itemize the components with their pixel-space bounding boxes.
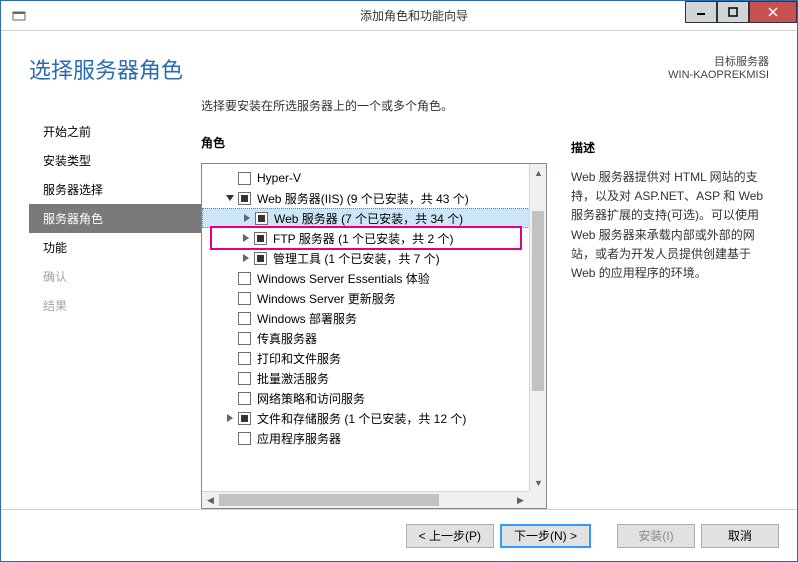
tree-item-label: 管理工具 (1 个已安装，共 7 个) xyxy=(273,250,538,267)
checkbox[interactable] xyxy=(254,232,267,245)
scroll-right-button[interactable]: ▶ xyxy=(512,492,529,509)
checkbox[interactable] xyxy=(238,432,251,445)
tree-item-label: 传真服务器 xyxy=(257,330,538,347)
nav-server-roles[interactable]: 服务器角色 xyxy=(29,204,201,233)
tree-row[interactable]: 打印和文件服务 xyxy=(202,348,546,368)
button-bar: < 上一步(P) 下一步(N) > 安装(I) 取消 xyxy=(1,509,797,561)
vertical-scrollbar[interactable]: ▲ ▼ xyxy=(529,164,546,491)
tree-item-label: Windows Server Essentials 体验 xyxy=(257,270,538,287)
tree-row[interactable]: 管理工具 (1 个已安装，共 7 个) xyxy=(202,248,546,268)
target-server-box: 目标服务器 WIN-KAOPREKMISI xyxy=(668,53,769,81)
nav-install-type[interactable]: 安装类型 xyxy=(29,146,201,175)
window-title: 添加角色和功能向导 xyxy=(31,7,797,24)
tree-row[interactable]: 网络策略和访问服务 xyxy=(202,388,546,408)
center-column: 选择要安装在所选服务器上的一个或多个角色。 角色 Hyper-V Web 服务器(… xyxy=(201,97,571,509)
nav-features[interactable]: 功能 xyxy=(29,233,201,262)
tree-item-label: Windows 部署服务 xyxy=(257,310,538,327)
tree-item-label: 打印和文件服务 xyxy=(257,350,538,367)
checkbox[interactable] xyxy=(238,392,251,405)
cancel-button[interactable]: 取消 xyxy=(701,524,779,548)
app-icon xyxy=(7,4,31,28)
expand-icon[interactable] xyxy=(241,212,253,224)
wizard-window: 添加角色和功能向导 选择服务器角色 目标服务器 WIN-KAOPREKMISI xyxy=(0,0,798,562)
tree-row[interactable]: 传真服务器 xyxy=(202,328,546,348)
checkbox[interactable] xyxy=(255,212,268,225)
tree-row[interactable]: Windows Server 更新服务 xyxy=(202,288,546,308)
horizontal-scrollbar[interactable]: ◀ ▶ xyxy=(202,491,529,508)
tree-row[interactable]: Web 服务器 (7 个已安装，共 34 个) xyxy=(202,208,546,228)
tree-item-label: 文件和存储服务 (1 个已安装，共 12 个) xyxy=(257,410,538,427)
roles-heading: 角色 xyxy=(201,134,547,151)
window-controls xyxy=(685,1,797,23)
scroll-up-button[interactable]: ▲ xyxy=(530,164,547,181)
description-column: 描述 Web 服务器提供对 HTML 网站的支持，以及对 ASP.NET、ASP… xyxy=(571,97,769,509)
columns: 开始之前 安装类型 服务器选择 服务器角色 功能 确认 结果 选择要安装在所选服… xyxy=(1,97,797,509)
tree-item-label: 批量激活服务 xyxy=(257,370,538,387)
sidebar-nav: 开始之前 安装类型 服务器选择 服务器角色 功能 确认 结果 xyxy=(29,97,201,509)
tree-row[interactable]: Windows Server Essentials 体验 xyxy=(202,268,546,288)
checkbox[interactable] xyxy=(238,272,251,285)
checkbox[interactable] xyxy=(238,292,251,305)
titlebar: 添加角色和功能向导 xyxy=(1,1,797,31)
checkbox[interactable] xyxy=(238,172,251,185)
checkbox[interactable] xyxy=(254,252,267,265)
tree-item-label: Web 服务器 (7 个已安装，共 34 个) xyxy=(274,210,537,227)
tree-row[interactable]: 文件和存储服务 (1 个已安装，共 12 个) xyxy=(202,408,546,428)
tree-item-label: 网络策略和访问服务 xyxy=(257,390,538,407)
description-heading: 描述 xyxy=(571,139,769,156)
tree-item-label: 应用程序服务器 xyxy=(257,430,538,447)
tree-row[interactable]: Hyper-V xyxy=(202,168,546,188)
header-row: 选择服务器角色 目标服务器 WIN-KAOPREKMISI xyxy=(1,31,797,97)
minimize-button[interactable] xyxy=(685,1,717,23)
tree-item-label: Hyper-V xyxy=(257,171,538,185)
tree-item-label: Web 服务器(IIS) (9 个已安装，共 43 个) xyxy=(257,190,538,207)
install-button: 安装(I) xyxy=(617,524,695,548)
maximize-button[interactable] xyxy=(717,1,749,23)
checkbox[interactable] xyxy=(238,332,251,345)
close-button[interactable] xyxy=(749,1,797,23)
description-text: Web 服务器提供对 HTML 网站的支持，以及对 ASP.NET、ASP 和 … xyxy=(571,168,769,283)
scrollbar-corner xyxy=(529,491,546,508)
nav-results: 结果 xyxy=(29,291,201,320)
content-area: 选择服务器角色 目标服务器 WIN-KAOPREKMISI 开始之前 安装类型 … xyxy=(1,31,797,509)
next-button[interactable]: 下一步(N) > xyxy=(500,524,591,548)
checkbox[interactable] xyxy=(238,352,251,365)
nav-server-selection[interactable]: 服务器选择 xyxy=(29,175,201,204)
nav-confirmation: 确认 xyxy=(29,262,201,291)
checkbox[interactable] xyxy=(238,372,251,385)
scroll-left-button[interactable]: ◀ xyxy=(202,492,219,509)
checkbox[interactable] xyxy=(238,192,251,205)
page-title: 选择服务器角色 xyxy=(29,53,183,85)
roles-tree[interactable]: Hyper-V Web 服务器(IIS) (9 个已安装，共 43 个) Web 服… xyxy=(201,163,547,509)
collapse-icon[interactable] xyxy=(224,192,236,204)
expand-icon[interactable] xyxy=(240,232,252,244)
previous-button[interactable]: < 上一步(P) xyxy=(406,524,494,548)
tree-item-label: Windows Server 更新服务 xyxy=(257,290,538,307)
tree-row[interactable]: 应用程序服务器 xyxy=(202,428,546,448)
instruction-text: 选择要安装在所选服务器上的一个或多个角色。 xyxy=(201,97,547,134)
tree-row[interactable]: 批量激活服务 xyxy=(202,368,546,388)
tree-row[interactable]: Windows 部署服务 xyxy=(202,308,546,328)
checkbox[interactable] xyxy=(238,412,251,425)
scroll-thumb-v[interactable] xyxy=(532,211,544,391)
scroll-thumb-h[interactable] xyxy=(219,494,439,506)
target-label: 目标服务器 xyxy=(668,53,769,69)
expand-icon[interactable] xyxy=(240,252,252,264)
checkbox[interactable] xyxy=(238,312,251,325)
expand-icon[interactable] xyxy=(224,412,236,424)
tree-item-label: FTP 服务器 (1 个已安装，共 2 个) xyxy=(273,230,538,247)
tree-row[interactable]: Web 服务器(IIS) (9 个已安装，共 43 个) xyxy=(202,188,546,208)
scroll-down-button[interactable]: ▼ xyxy=(530,474,547,491)
nav-before-begin[interactable]: 开始之前 xyxy=(29,117,201,146)
tree-row[interactable]: FTP 服务器 (1 个已安装，共 2 个) xyxy=(202,228,546,248)
target-server-name: WIN-KAOPREKMISI xyxy=(668,69,769,81)
